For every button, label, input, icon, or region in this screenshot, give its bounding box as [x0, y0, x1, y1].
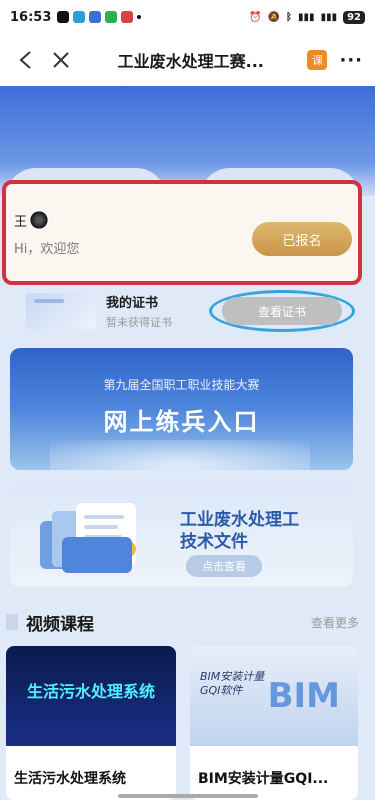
- back-button[interactable]: [12, 47, 38, 73]
- chevron-left-icon: [19, 51, 31, 69]
- certificate-card: 我的证书 暂未获得证书 查看证书: [10, 287, 355, 335]
- certificate-icon: [26, 293, 96, 329]
- certificate-title: 我的证书: [106, 296, 159, 311]
- certificate-status: 暂未获得证书: [106, 316, 172, 329]
- section-title: 视频课程: [26, 614, 94, 635]
- welcome-greeting: Hi，欢迎您: [14, 242, 80, 257]
- practice-entry-banner[interactable]: 第九届全国职工职业技能大赛 网上练兵入口: [10, 348, 353, 470]
- banner-glow: [50, 440, 310, 470]
- bluetooth-icon: ᛒ: [286, 11, 293, 23]
- avatar[interactable]: [29, 210, 50, 230]
- mute-icon: 🔕: [267, 11, 281, 23]
- alarm-icon: ⏰: [249, 11, 262, 23]
- tiktok-icon: [57, 11, 70, 23]
- status-time: 16:53: [10, 9, 52, 25]
- close-icon: [53, 52, 69, 68]
- more-menu-button[interactable]: ···: [339, 50, 363, 71]
- status-bar: 16:53 ⏰ 🔕 ᛒ ▮▮▮ ▮▮▮ 92: [0, 0, 375, 34]
- view-doc-button[interactable]: 点击查看: [186, 555, 262, 577]
- course-card[interactable]: 生活污水处理系统 生活污水处理系统: [6, 646, 176, 800]
- app-icon: [89, 11, 102, 23]
- banner-title: 网上练兵入口: [103, 408, 260, 436]
- status-notification-icons: [57, 11, 142, 23]
- course-thumbnail: 生活污水处理系统: [6, 646, 176, 746]
- signal-icon: ▮▮▮: [298, 11, 315, 23]
- close-button[interactable]: [48, 47, 74, 73]
- doc-title-line2: 技术文件: [180, 532, 248, 552]
- document-illustration-icon: [40, 503, 136, 573]
- view-certificate-highlight: 查看证书: [209, 290, 355, 332]
- app-icon: [105, 11, 118, 23]
- app-icon: [121, 11, 134, 23]
- page-title: 工业废水处理工赛...: [117, 52, 264, 71]
- course-card[interactable]: BIM安装计量 GQI软件 BIM BIM安装计量GQI...: [190, 646, 358, 800]
- section-marker: [6, 614, 18, 630]
- bim-logo: BIM: [267, 676, 340, 716]
- battery-icon: 92: [343, 10, 365, 24]
- course-thumbnail: BIM安装计量 GQI软件 BIM: [190, 646, 358, 746]
- view-more-link[interactable]: 查看更多: [311, 614, 359, 631]
- video-section-header: 视频课程 查看更多: [0, 608, 375, 636]
- telegram-icon: [73, 11, 86, 23]
- app-badge-icon[interactable]: 课: [307, 50, 328, 70]
- nav-bar: 工业废水处理工赛... 课 ···: [0, 34, 375, 86]
- course-title: BIM安装计量GQI...: [198, 771, 329, 787]
- home-indicator[interactable]: [118, 794, 258, 798]
- welcome-card: 王 Hi，欢迎您 已报名: [2, 180, 362, 285]
- registered-button[interactable]: 已报名: [252, 222, 352, 256]
- dot-icon: [137, 15, 142, 19]
- user-info: 王: [14, 210, 50, 230]
- user-name: 王: [14, 214, 28, 230]
- tech-doc-card[interactable]: 工业废水处理工 技术文件 点击查看: [10, 485, 353, 587]
- status-system-icons: ⏰ 🔕 ᛒ ▮▮▮ ▮▮▮ 92: [249, 10, 365, 24]
- course-title: 生活污水处理系统: [14, 771, 126, 787]
- banner-subtitle: 第九届全国职工职业技能大赛: [103, 378, 260, 392]
- view-certificate-button[interactable]: 查看证书: [222, 297, 342, 325]
- thumbnail-text: 生活污水处理系统: [26, 682, 155, 701]
- thumbnail-text: GQI软件: [200, 684, 243, 697]
- signal-icon: ▮▮▮: [320, 11, 338, 23]
